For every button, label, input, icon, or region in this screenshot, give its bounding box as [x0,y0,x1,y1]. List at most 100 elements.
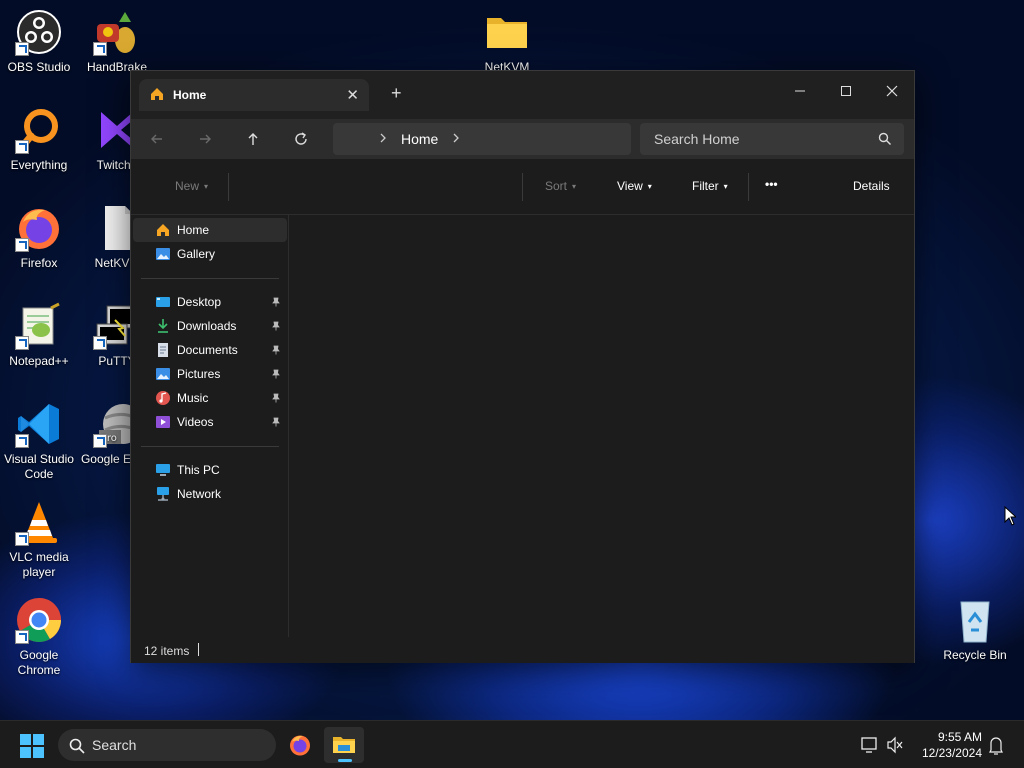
back-button[interactable] [143,125,171,153]
nav-label: Videos [177,415,214,429]
nav-item-music[interactable]: Music [133,386,287,410]
tray-volume-muted-icon[interactable] [886,721,904,768]
nav-item-desktop[interactable]: Desktop [133,290,287,314]
arrow-right-icon [200,134,211,144]
search-input[interactable]: Search Home [640,123,904,155]
file-explorer-icon [333,737,355,753]
clock[interactable]: 9:55 AM 12/23/2024 [918,729,982,761]
nav-label: Pictures [177,367,221,381]
download-icon [155,318,171,334]
details-button[interactable]: Details [853,179,890,193]
desktop-icon-label: OBS Studio [7,60,71,74]
home-icon [149,86,165,105]
vlc-icon [15,498,63,546]
desktop-icon-google-chrome[interactable]: Google Chrome [0,596,78,678]
sort-button[interactable]: Sort ▾ [545,179,576,193]
start-button[interactable] [20,734,44,758]
pin-icon[interactable] [271,368,281,382]
pictures-icon [155,366,171,382]
taskbar-file-explorer[interactable] [324,727,364,763]
chevron-down-icon: ▾ [204,181,209,191]
desktop-icon-notepad-plus-plus[interactable]: Notepad++ [0,302,78,369]
notifications-bell-icon[interactable] [988,721,1004,768]
breadcrumb-home[interactable]: Home [401,131,438,147]
chevron-down-icon: ▾ [572,181,577,191]
close-tab-icon[interactable]: ✕ [346,86,359,104]
nav-label: Network [177,487,222,501]
chrome-icon [15,596,63,644]
forward-button[interactable] [191,125,219,153]
close-window-button[interactable] [869,77,915,105]
tab-home[interactable]: Home ✕ [139,79,369,111]
desktop-icon-everything[interactable]: Everything [0,106,78,173]
more-options-button[interactable]: ••• [765,177,778,191]
new-button[interactable]: New ▾ [175,179,208,193]
firefox-icon [290,735,310,756]
desktop-icon-firefox[interactable]: Firefox [0,204,78,271]
title-bar: Home ✕ + [131,71,914,119]
chevron-right-icon[interactable] [379,132,387,146]
filter-button[interactable]: Filter ▾ [692,179,728,193]
pin-icon[interactable] [271,392,281,406]
gallery-icon [155,246,171,262]
nav-label: Desktop [177,295,222,309]
nav-item-videos[interactable]: Videos [133,410,287,434]
arrow-up-icon [248,133,258,145]
chevron-right-icon[interactable] [452,132,460,146]
desktop-icon-obs-studio[interactable]: OBS Studio [0,8,78,75]
divider [748,173,749,201]
view-button[interactable]: View ▾ [617,179,652,193]
nav-item-gallery[interactable]: Gallery [133,242,287,266]
desktop-icon-vscode[interactable]: Visual Studio Code [0,400,78,482]
pin-icon[interactable] [271,296,281,310]
nav-item-network[interactable]: Network [133,482,287,506]
nav-divider [141,278,279,279]
desktop-icon-recycle-bin[interactable]: Recycle Bin [936,596,1014,663]
firefox-icon [15,204,63,252]
clock-date: 12/23/2024 [921,746,982,760]
nav-label: This PC [177,463,220,477]
clock-time: 9:55 AM [937,730,982,744]
tray-network-display-icon[interactable] [860,721,878,768]
breadcrumb[interactable]: Home [333,123,631,155]
minimize-button[interactable] [777,77,823,105]
refresh-button[interactable] [287,125,315,153]
desktop-icon-vlc[interactable]: VLC media player [0,498,78,580]
notepad-plus-plus-icon [15,302,63,350]
pin-icon[interactable] [271,416,281,430]
nav-item-pictures[interactable]: Pictures [133,362,287,386]
nav-item-home[interactable]: Home [133,218,287,242]
chevron-down-icon: ▾ [647,181,652,191]
desktop-icon-handbrake[interactable]: HandBrake [78,8,156,75]
nav-item-downloads[interactable]: Downloads [133,314,287,338]
nav-item-documents[interactable]: Documents [133,338,287,362]
nav-divider [141,446,279,447]
up-button[interactable] [239,125,267,153]
taskbar-firefox[interactable] [280,727,320,763]
desktop-icon-label: Notepad++ [9,354,69,368]
pin-icon[interactable] [271,344,281,358]
windows-icon [20,734,44,758]
vscode-icon [15,400,63,448]
filter-label: Filter [692,179,719,193]
desktop-icon-label: Everything [10,158,68,172]
home-icon [155,222,171,238]
divider [228,173,229,201]
taskbar-search[interactable]: Search [58,729,276,761]
videos-icon [155,414,171,430]
desktop-icon-label: Google Chrome [17,648,61,677]
new-label: New [175,179,200,193]
desktop-icon-label: Firefox [20,256,58,270]
pin-icon[interactable] [271,320,281,334]
nav-item-this-pc[interactable]: This PC [133,458,287,482]
nav-label: Downloads [177,319,237,333]
item-count: 12 items [144,644,190,658]
active-indicator [338,759,352,762]
new-tab-button[interactable]: + [391,83,402,104]
mouse-cursor-icon [1004,505,1018,529]
navigation-pane: Home Gallery Desktop Downloads Documents [131,215,289,639]
view-label: View [617,179,643,193]
maximize-button[interactable] [823,77,869,105]
desktop-icon-netkvm-folder[interactable]: NetKVM [468,8,546,75]
content-area[interactable] [290,215,914,637]
